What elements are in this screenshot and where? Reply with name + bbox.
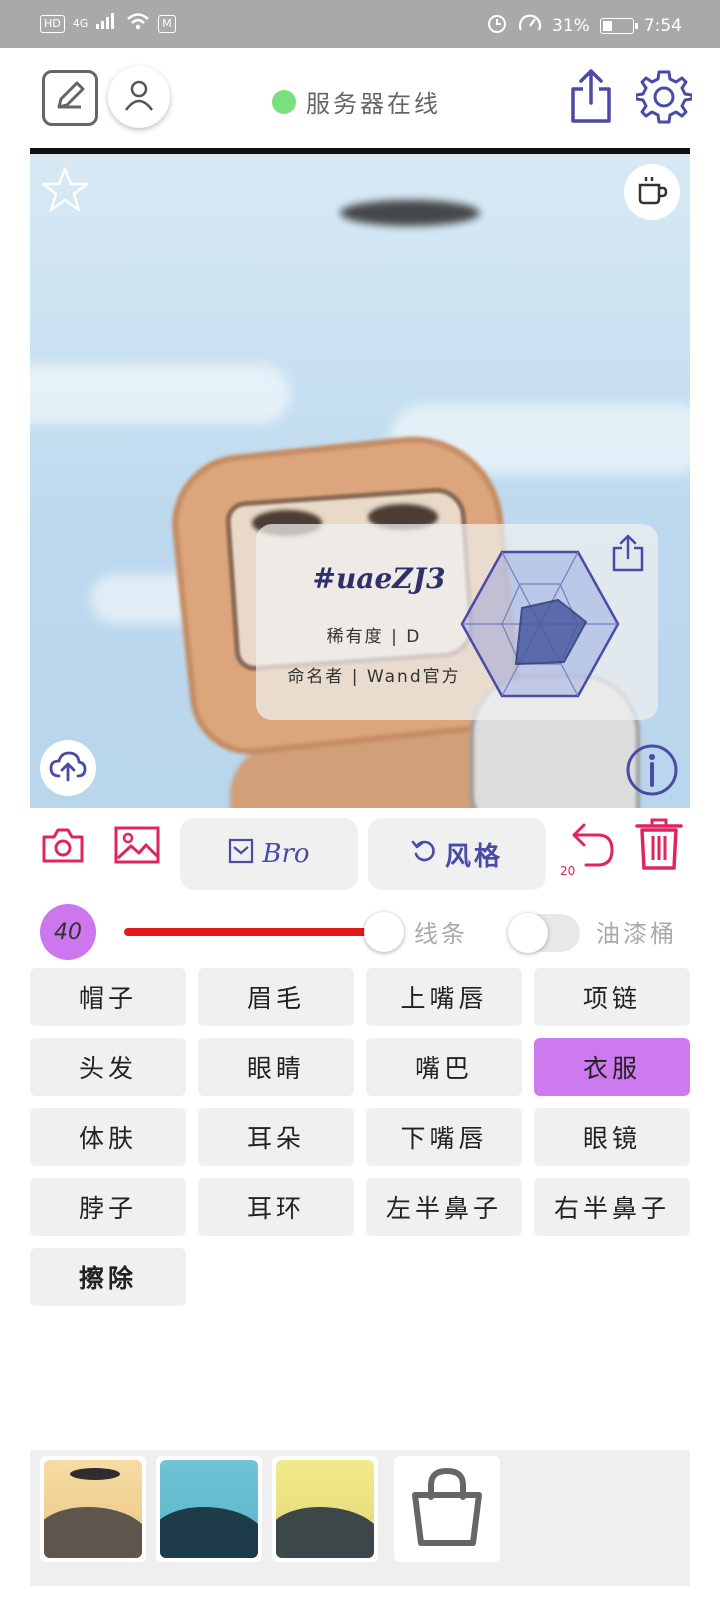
ink-smudge <box>340 200 480 226</box>
coffee-button[interactable] <box>624 164 680 220</box>
wifi-icon <box>126 12 150 35</box>
rarity-label: 稀有度 | D <box>326 627 422 647</box>
clock: 7:54 <box>643 15 682 36</box>
namer-label: 命名者 | Wand官方 <box>287 667 461 687</box>
checkbox-icon <box>228 838 254 871</box>
character-card: #uaeZJ3 稀有度 | D 命名者 | Wand官方 <box>256 524 658 720</box>
paint-bucket-toggle[interactable] <box>508 913 580 953</box>
share-icon <box>567 67 615 129</box>
app-header: 服务器在线 <box>0 48 720 148</box>
shop-button[interactable] <box>394 1456 500 1562</box>
part-button[interactable]: 嘴巴 <box>366 1038 522 1096</box>
profile-button[interactable] <box>108 66 170 128</box>
saved-drawings-strip <box>30 1450 690 1586</box>
part-button[interactable]: 头发 <box>30 1038 186 1096</box>
server-status: 服务器在线 <box>272 84 441 119</box>
delete-button[interactable] <box>632 818 686 874</box>
cup-icon <box>635 173 669 211</box>
part-button[interactable]: 眼睛 <box>198 1038 354 1096</box>
battery-percent: 31% <box>552 15 590 36</box>
part-button[interactable]: 左半鼻子 <box>366 1178 522 1236</box>
network-type: 4G <box>72 17 89 30</box>
info-button[interactable] <box>624 742 680 798</box>
edit-icon <box>51 77 89 119</box>
shopping-bag-icon <box>407 1465 487 1553</box>
drawing-canvas[interactable]: #uaeZJ3 稀有度 | D 命名者 | Wand官方 <box>30 148 690 808</box>
part-button[interactable]: 体肤 <box>30 1108 186 1166</box>
style-button[interactable]: 风格 <box>368 818 546 890</box>
line-mode-label: 线条 <box>414 920 468 948</box>
status-bar: HD 4G M 31% 7:54 <box>0 0 720 48</box>
brush-size-badge: 40 <box>40 904 96 960</box>
part-button[interactable]: 脖子 <box>30 1178 186 1236</box>
share-button[interactable] <box>566 68 616 128</box>
thumbnail-image <box>276 1460 374 1558</box>
camera-icon <box>40 825 86 869</box>
style-label: 风格 <box>444 841 503 872</box>
part-button[interactable]: 眉毛 <box>198 968 354 1026</box>
settings-button[interactable] <box>634 68 694 128</box>
camera-button[interactable] <box>38 822 88 872</box>
toggle-knob <box>508 913 548 953</box>
battery-icon <box>599 17 638 34</box>
part-button[interactable]: 右半鼻子 <box>534 1178 690 1236</box>
attribute-radar-chart <box>460 550 620 698</box>
part-button[interactable]: 眼镜 <box>534 1108 690 1166</box>
brush-controls: 40 线条 油漆桶 <box>0 892 720 964</box>
bro-label: Bro <box>262 839 310 869</box>
trash-icon <box>634 816 684 876</box>
signal-icon <box>96 13 118 34</box>
cloud-upload-icon <box>49 750 87 786</box>
nfc-icon: M <box>158 14 176 33</box>
gear-icon <box>634 68 694 128</box>
part-button[interactable]: 上嘴唇 <box>366 968 522 1026</box>
brush-size-track[interactable] <box>124 928 384 936</box>
image-icon <box>113 825 161 869</box>
saved-drawing-thumbnail[interactable] <box>156 1456 262 1562</box>
paint-bucket-label: 油漆桶 <box>596 920 677 948</box>
gallery-button[interactable] <box>112 822 162 872</box>
character-code: #uaeZJ3 <box>312 562 446 595</box>
bro-button[interactable]: Bro <box>180 818 358 890</box>
favorite-button[interactable] <box>40 166 92 214</box>
user-icon <box>122 78 156 116</box>
part-button[interactable]: 衣服 <box>534 1038 690 1096</box>
thumbnail-image <box>160 1460 258 1558</box>
part-button[interactable]: 耳环 <box>198 1178 354 1236</box>
speedometer-icon <box>518 12 542 39</box>
thumbnail-image <box>44 1460 142 1558</box>
alarm-icon <box>486 12 508 39</box>
rotate-icon <box>411 838 437 871</box>
star-icon <box>40 167 90 218</box>
status-dot <box>272 89 296 114</box>
part-button[interactable]: 擦除 <box>30 1248 186 1306</box>
tool-bar: Bro 风格 20 <box>0 808 720 892</box>
saved-drawing-thumbnail[interactable] <box>272 1456 378 1562</box>
edit-button[interactable] <box>42 70 98 126</box>
info-icon <box>624 744 680 802</box>
server-status-text: 服务器在线 <box>306 90 441 118</box>
part-selector-grid: 帽子 眉毛 上嘴唇 项链头发 眼睛 嘴巴 衣服体肤 耳朵 下嘴唇 眼镜脖子 耳环 左半鼻子 右半鼻子擦除 <box>30 968 690 1306</box>
cloud-upload-button[interactable] <box>40 740 96 796</box>
hd-badge: HD <box>40 14 65 33</box>
undo-count: 20 <box>560 864 576 878</box>
part-button[interactable]: 耳朵 <box>198 1108 354 1166</box>
saved-drawing-thumbnail[interactable] <box>40 1456 146 1562</box>
brush-size-slider-thumb[interactable] <box>363 912 404 952</box>
part-button[interactable]: 帽子 <box>30 968 186 1026</box>
part-button[interactable]: 项链 <box>534 968 690 1026</box>
part-button[interactable]: 下嘴唇 <box>366 1108 522 1166</box>
